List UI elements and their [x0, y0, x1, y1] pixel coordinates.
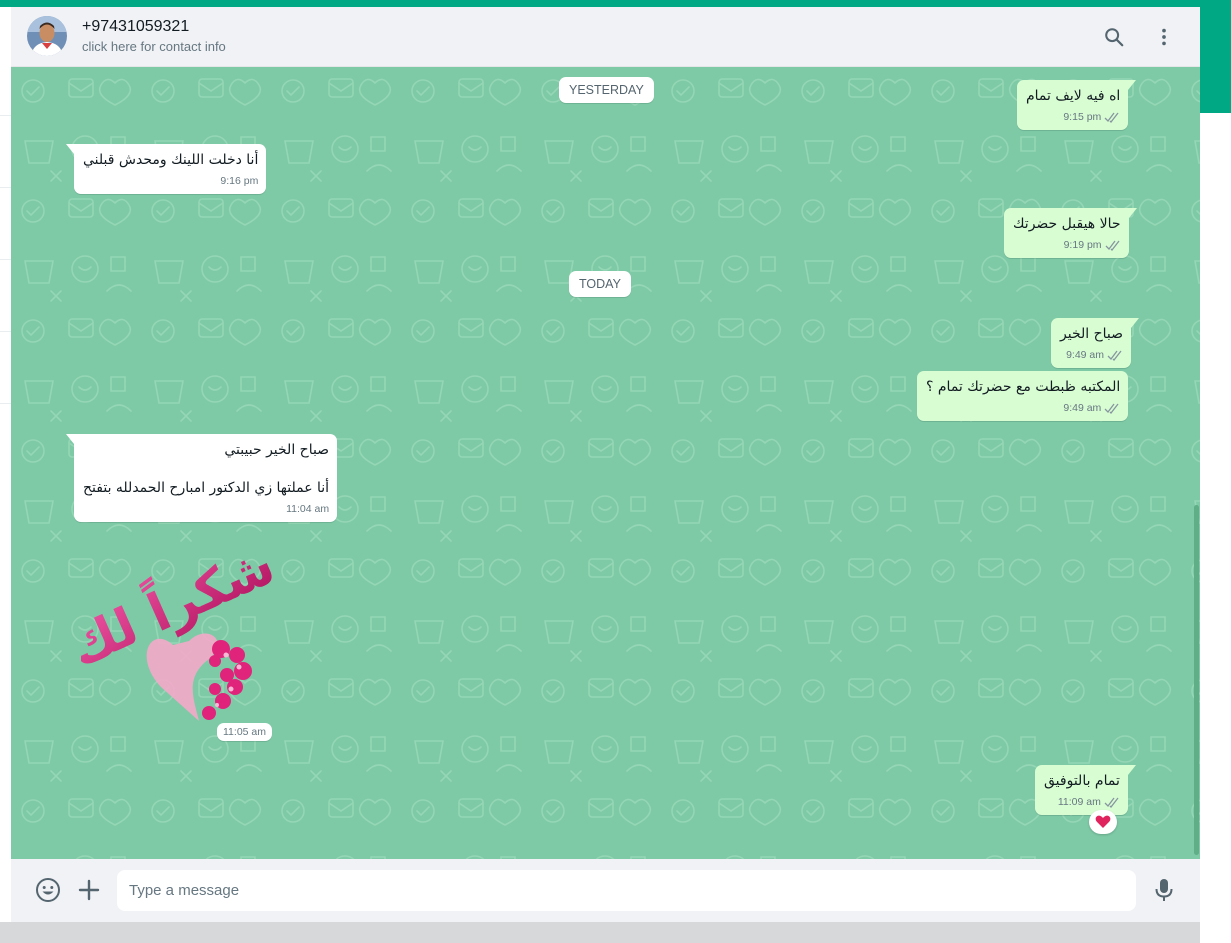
message-text: المكتبه ظبطت مع حضرتك تمام ؟ [926, 379, 1121, 395]
search-button[interactable] [1098, 21, 1130, 53]
message-meta: 9:19 pm [1013, 238, 1121, 252]
message-meta: 11:09 am [1044, 795, 1120, 809]
message-outgoing[interactable]: حالا هيقبل حضرتك 9:19 pm [1004, 208, 1137, 258]
message-text: حالا هيقبل حضرتك [1013, 216, 1121, 232]
date-divider-today: TODAY [569, 271, 631, 297]
menu-button[interactable] [1148, 21, 1180, 53]
date-divider-yesterday: YESTERDAY [559, 77, 654, 103]
conversation-panel: +97431059321 click here for contact info [11, 7, 1200, 922]
read-ticks-icon [1104, 403, 1119, 414]
heart-icon [1095, 815, 1111, 828]
message-time: 9:19 pm [1063, 239, 1102, 251]
read-ticks-icon [1107, 350, 1122, 361]
sticker-message[interactable]: شكراً لك [57, 529, 284, 727]
compose-bar [11, 859, 1200, 922]
message-time: 11:09 am [1057, 796, 1101, 808]
sticker-image: شكراً لك [57, 529, 284, 721]
emoji-icon [36, 878, 60, 902]
message-text: أنا دخلت اللينك ومحدش قبلني [83, 152, 259, 168]
attach-button[interactable] [74, 875, 104, 905]
window-accent-edge [1200, 7, 1231, 113]
emoji-button[interactable] [33, 875, 63, 905]
message-text: صباح الخير حبيبتي أنا عملتها زي الدكتور … [83, 442, 330, 496]
avatar[interactable] [27, 16, 67, 56]
message-text: صباح الخير [1060, 326, 1124, 342]
message-meta: 11:04 am [83, 502, 329, 516]
message-time: 11:04 am [286, 503, 330, 515]
message-time: 11:05 am [217, 723, 272, 741]
message-meta: 9:15 pm [1026, 110, 1120, 124]
message-meta: 9:16 pm [83, 174, 258, 188]
window-edge [1200, 113, 1231, 943]
contact-name[interactable]: +97431059321 [82, 18, 189, 36]
message-text: تمام بالتوفيق [1044, 773, 1120, 789]
message-incoming[interactable]: أنا دخلت اللينك ومحدش قبلني 9:16 pm [65, 144, 267, 194]
read-ticks-icon [1104, 112, 1119, 123]
voice-message-button[interactable] [1149, 875, 1179, 905]
message-meta: 9:49 am [926, 401, 1120, 415]
plus-icon [78, 879, 100, 901]
message-reaction[interactable] [1089, 810, 1117, 834]
message-outgoing[interactable]: تمام بالتوفيق 11:09 am [1035, 765, 1136, 815]
app-accent-strip [0, 0, 1231, 7]
message-outgoing[interactable]: صباح الخير 9:49 am [1051, 318, 1140, 368]
message-time: 9:49 am [1063, 402, 1102, 414]
message-incoming[interactable]: صباح الخير حبيبتي أنا عملتها زي الدكتور … [65, 434, 338, 522]
message-outgoing[interactable]: المكتبه ظبطت مع حضرتك تمام ؟ 9:49 am [917, 371, 1129, 421]
read-ticks-icon [1105, 240, 1120, 251]
mic-icon [1155, 879, 1173, 901]
message-list-scrollbar[interactable] [1194, 505, 1199, 855]
chat-list-edge [0, 7, 11, 922]
message-outgoing[interactable]: اه فيه لايف تمام 9:15 pm [1017, 80, 1137, 130]
contact-info-hint[interactable]: click here for contact info [82, 39, 226, 54]
message-time: 9:15 pm [1063, 111, 1102, 123]
message-text: اه فيه لايف تمام [1026, 88, 1121, 104]
message-input[interactable] [117, 870, 1136, 911]
read-ticks-icon [1104, 797, 1119, 808]
message-time: 9:49 am [1066, 349, 1105, 361]
menu-icon [1162, 28, 1166, 46]
conversation-header[interactable]: +97431059321 click here for contact info [11, 7, 1200, 67]
search-icon [1105, 28, 1124, 47]
message-list[interactable]: YESTERDAY TODAY اه فيه لايف تمام 9:15 pm… [11, 67, 1200, 859]
message-time: 9:16 pm [220, 175, 259, 187]
message-meta: 9:49 am [1060, 348, 1123, 362]
